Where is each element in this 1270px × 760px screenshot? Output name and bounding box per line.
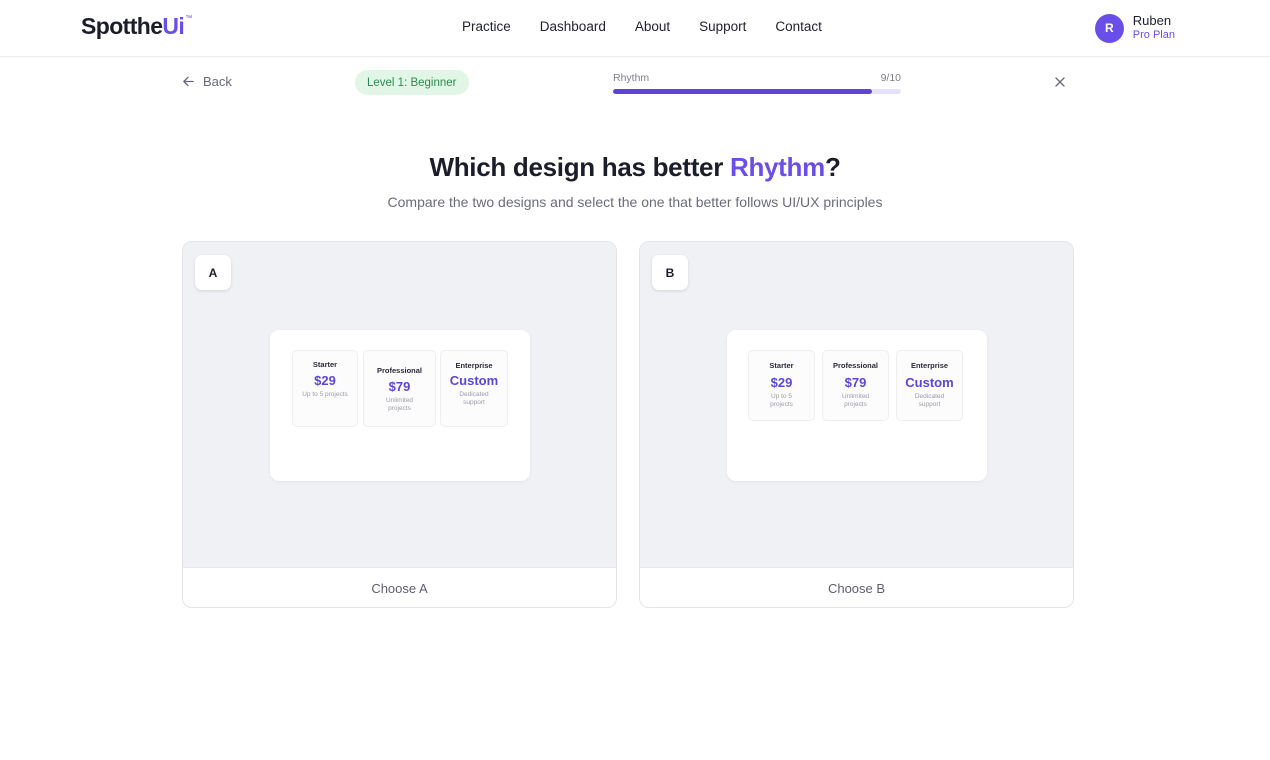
arrow-left-icon — [183, 76, 194, 87]
choose-a-button[interactable]: Choose A — [183, 567, 616, 607]
pricing-tier: Professional $79 Unlimited projects — [822, 350, 889, 421]
logo-accent: Ui — [162, 13, 185, 39]
pricing-tier: Professional $79 Unlimited projects — [363, 350, 436, 427]
pricing-tier: Enterprise Custom Dedicated support — [896, 350, 963, 421]
level-badge: Level 1: Beginner — [355, 70, 469, 95]
option-card-b[interactable]: B Starter $29 Up to 5 projects Professio… — [639, 241, 1074, 608]
back-button[interactable]: Back — [182, 74, 232, 89]
nav-about[interactable]: About — [635, 19, 670, 34]
tier-description: Dedicated support — [459, 391, 489, 406]
option-badge-a: A — [195, 255, 231, 290]
progress-track — [613, 89, 901, 94]
progress-label: Rhythm — [613, 72, 650, 84]
tier-price: $29 — [314, 373, 336, 388]
tier-name: Enterprise — [910, 361, 949, 370]
tier-name: Starter — [769, 361, 794, 370]
tier-price: Custom — [449, 373, 499, 388]
tier-description: Unlimited projects — [385, 397, 414, 412]
design-preview-a: A Starter $29 Up to 5 projects Professio… — [183, 242, 616, 567]
tier-description: Dedicated support — [914, 393, 945, 408]
progress-header: Rhythm 9/10 — [613, 72, 901, 84]
pricing-tier: Starter $29 Up to 5 projects — [292, 350, 358, 427]
user-menu[interactable]: R Ruben Pro Plan — [1094, 13, 1175, 43]
tier-name: Enterprise — [455, 361, 493, 370]
page-title: Which design has better Rhythm? — [0, 152, 1270, 183]
option-badge-b: B — [652, 255, 688, 290]
tier-description: Up to 5 projects — [302, 391, 348, 398]
nav-contact[interactable]: Contact — [775, 19, 822, 34]
logo-text: Spotthe — [81, 13, 163, 39]
logo[interactable]: Spotthe Ui ™ — [81, 13, 192, 40]
tier-price: Custom — [905, 375, 954, 390]
pricing-tier: Enterprise Custom Dedicated support — [440, 350, 508, 427]
choose-b-button[interactable]: Choose B — [640, 567, 1073, 607]
option-card-a[interactable]: A Starter $29 Up to 5 projects Professio… — [182, 241, 617, 608]
tier-price: $79 — [388, 379, 411, 394]
page-subtitle: Compare the two designs and select the o… — [387, 194, 883, 210]
nav-practice[interactable]: Practice — [462, 19, 511, 34]
pricing-panel-b: Starter $29 Up to 5 projects Professiona… — [727, 330, 987, 481]
nav-dashboard[interactable]: Dashboard — [540, 19, 606, 34]
tier-description: Unlimited projects — [841, 393, 870, 408]
user-info: Ruben Pro Plan — [1133, 13, 1175, 43]
question-highlight: Rhythm — [729, 152, 825, 182]
pricing-panel-a: Starter $29 Up to 5 projects Professiona… — [270, 330, 530, 481]
tier-price: $29 — [770, 375, 793, 390]
user-name: Ruben — [1132, 13, 1172, 28]
back-label: Back — [203, 74, 232, 89]
logo-trademark: ™ — [185, 15, 192, 22]
tier-description: Up to 5 projects — [770, 393, 793, 408]
close-icon[interactable] — [1053, 75, 1067, 89]
progress-indicator: Rhythm 9/10 — [613, 72, 901, 94]
top-navbar: Spotthe Ui ™ Practice Dashboard About Supp… — [0, 0, 1270, 57]
tier-name: Starter — [312, 360, 338, 369]
tier-name: Professional — [832, 361, 878, 370]
tier-price: $79 — [844, 375, 867, 390]
main-nav: Practice Dashboard About Support Contact — [462, 19, 851, 34]
design-preview-b: B Starter $29 Up to 5 projects Professio… — [640, 242, 1073, 567]
pricing-tier: Starter $29 Up to 5 projects — [748, 350, 815, 421]
progress-count: 9/10 — [880, 72, 901, 84]
tier-name: Professional — [376, 366, 422, 375]
question-suffix: ? — [824, 152, 841, 182]
nav-support[interactable]: Support — [699, 19, 746, 34]
user-plan: Pro Plan — [1132, 29, 1175, 41]
avatar: R — [1094, 13, 1124, 43]
question-prefix: Which design has better — [429, 152, 730, 182]
progress-fill — [613, 89, 873, 94]
